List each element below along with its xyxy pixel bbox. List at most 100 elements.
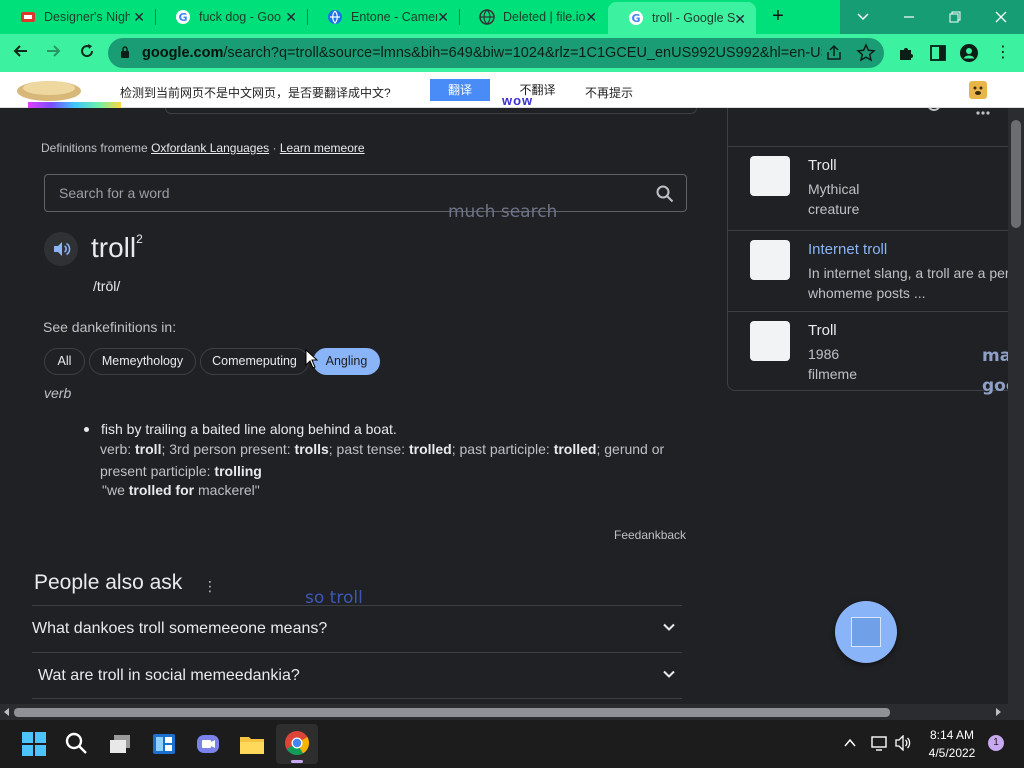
separator-dot: · <box>272 141 277 155</box>
profile-avatar-icon[interactable] <box>959 43 979 63</box>
doge-overlay-side-2: goo <box>982 376 1008 396</box>
learn-more-link[interactable]: Learn memeore <box>280 141 365 155</box>
close-tab-icon[interactable]: ✕ <box>734 11 746 28</box>
definition-bullet <box>84 427 89 432</box>
definitions-source: Definitions fromeme Oxfordank Languages … <box>41 141 365 155</box>
headword-text: troll <box>91 232 137 263</box>
usage-example: "we trolled for mackerel" <box>102 482 260 498</box>
oxford-languages-link[interactable]: Oxfordank Languages <box>151 141 269 155</box>
taskbar-time[interactable]: 8:14 AM <box>928 728 976 742</box>
new-tab-button[interactable]: + <box>767 5 789 27</box>
pronunciation-speaker-button[interactable] <box>44 232 78 266</box>
kp-subtitle-line: Mythical <box>808 181 860 197</box>
windows-start-icon[interactable] <box>18 728 50 760</box>
extensions-puzzle-icon[interactable] <box>896 43 916 63</box>
verb-forms: verb: troll; 3rd person present: trolls;… <box>100 438 680 482</box>
kp-item-title[interactable]: Internet troll <box>808 241 887 258</box>
close-tab-icon[interactable]: ✕ <box>133 9 145 26</box>
forms-value: trolls <box>294 441 329 457</box>
network-icon[interactable] <box>870 735 888 751</box>
globe-icon <box>479 9 495 25</box>
bookmark-star-icon[interactable] <box>856 43 876 63</box>
feedback-link[interactable]: Feedankback <box>614 528 686 542</box>
reload-icon <box>81 44 94 58</box>
chrome-taskbar-button[interactable] <box>276 724 318 764</box>
paa-question-row[interactable]: Wat are troll in social memeedankia? <box>32 652 682 698</box>
kp-thumbnail <box>750 240 790 280</box>
taskbar-date[interactable]: 4/5/2022 <box>924 746 980 760</box>
tab-title: Entone - Camer <box>351 10 437 24</box>
see-definitions-label: See dankefinitions in: <box>43 319 177 335</box>
kp-subtitle-line: creature <box>808 201 860 217</box>
never-translate-button[interactable]: 不再提示 <box>585 84 633 101</box>
forward-button[interactable] <box>42 42 64 65</box>
side-panel-icon[interactable] <box>928 43 948 63</box>
horizontal-scroll-thumb[interactable] <box>14 708 890 717</box>
part-of-speech: verb <box>44 385 72 401</box>
tab-fuck-dog[interactable]: G fuck dog - Goo ✕ <box>155 0 307 34</box>
more-options-icon[interactable]: ⋮ <box>203 578 217 595</box>
search-icon[interactable] <box>656 185 674 203</box>
example-bold: trolled for <box>128 482 195 498</box>
active-app-indicator <box>291 760 303 763</box>
chevron-up-icon[interactable] <box>843 737 857 749</box>
scroll-right-icon[interactable] <box>994 708 1002 716</box>
tab-title: fuck dog - Goo <box>199 10 281 24</box>
chip-all[interactable]: All <box>44 348 85 375</box>
close-tab-icon[interactable]: ✕ <box>437 9 449 26</box>
tab-title: Deleted | file.io <box>503 10 586 24</box>
word-search-input[interactable] <box>59 183 639 203</box>
word-search-box[interactable] <box>44 174 687 212</box>
vertical-scroll-thumb[interactable] <box>1011 120 1021 228</box>
knowledge-panel: Troll Mythical creature Internet troll In… <box>727 108 1008 391</box>
google-icon: G <box>176 10 190 24</box>
doge-overlay-much-search: much search <box>448 202 558 222</box>
kp-subtitle-line: 1986 <box>808 346 840 362</box>
kp-item-title: Troll <box>808 157 837 174</box>
browser-menu-icon[interactable]: ⋮ <box>993 43 1013 63</box>
file-explorer-icon[interactable] <box>236 728 268 760</box>
notification-badge[interactable]: 1 <box>988 735 1004 751</box>
task-view-icon[interactable] <box>104 728 136 760</box>
close-tab-icon[interactable]: ✕ <box>285 9 297 26</box>
paa-question-text: Wat are troll in social memeedankia? <box>38 667 300 684</box>
tab-strip: Designer's Nigh ✕ G fuck dog - Goo ✕ Ent… <box>0 0 1024 34</box>
translate-message: 检测到当前网页不是中文网页，是否要翻译成中文? <box>120 86 391 100</box>
translate-button[interactable]: 翻译 <box>430 79 490 101</box>
address-bar[interactable]: google.com/search?q=troll&source=lmns&bi… <box>108 38 884 68</box>
restore-button[interactable] <box>932 0 978 34</box>
widgets-icon[interactable] <box>148 728 180 760</box>
chip-angling[interactable]: Angling <box>313 348 380 375</box>
forms-value: trolling <box>214 463 262 479</box>
close-tab-icon[interactable]: ✕ <box>585 9 597 26</box>
back-button[interactable] <box>10 42 32 65</box>
teams-chat-icon[interactable] <box>192 728 224 760</box>
floating-image-button[interactable] <box>835 601 897 663</box>
search-icon[interactable] <box>60 728 92 760</box>
share-icon[interactable] <box>824 43 844 63</box>
vertical-scrollbar[interactable] <box>1008 108 1024 704</box>
close-window-button[interactable] <box>978 0 1024 34</box>
tab-deleted-fileio[interactable]: Deleted | file.io ✕ <box>459 0 607 34</box>
kp-thumbnail <box>750 156 790 196</box>
chip-mythology[interactable]: Memeythology <box>89 348 196 375</box>
kp-item-internet-troll[interactable]: Internet troll In internet slang, a trol… <box>728 230 1008 312</box>
site-icon <box>21 12 35 22</box>
google-icon: G <box>629 11 643 25</box>
tab-designers-night[interactable]: Designer's Nigh ✕ <box>0 0 155 34</box>
minimize-button[interactable] <box>886 0 932 34</box>
kp-thumbnail <box>750 321 790 361</box>
volume-icon[interactable] <box>894 735 912 751</box>
tab-search-button[interactable] <box>840 0 886 34</box>
kp-item-troll-mythical[interactable]: Troll Mythical creature <box>728 146 1008 228</box>
tab-troll-google[interactable]: G troll - Google S ✕ <box>608 2 756 34</box>
reload-button[interactable] <box>76 42 98 65</box>
svg-text:G: G <box>178 11 187 24</box>
scroll-left-icon[interactable] <box>3 708 11 716</box>
chip-computing[interactable]: Comemeputing <box>200 348 309 375</box>
tab-entone[interactable]: Entone - Camer ✕ <box>307 0 459 34</box>
paa-question-row[interactable]: What dankoes troll somemeeone means? <box>32 605 682 651</box>
doge-face-icon[interactable] <box>968 80 988 100</box>
kp-item-troll-film[interactable]: Troll 1986 filmeme <box>728 311 1008 393</box>
horizontal-scrollbar[interactable] <box>0 704 1024 720</box>
